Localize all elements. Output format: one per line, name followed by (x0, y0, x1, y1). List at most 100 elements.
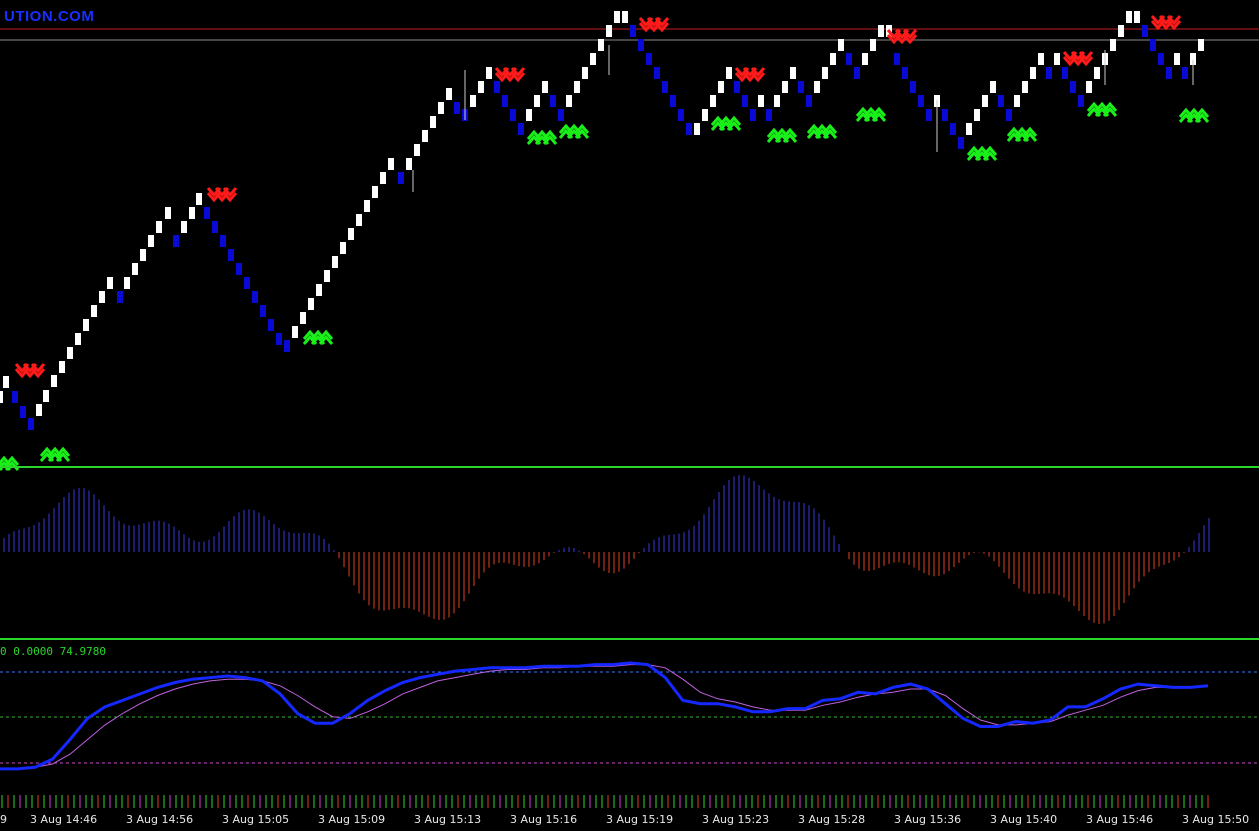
bear-brick (212, 221, 218, 233)
bear-brick (1166, 67, 1172, 79)
time-label: 3 Aug 15:09 (318, 813, 386, 826)
bull-brick (107, 277, 113, 289)
bear-brick (798, 81, 804, 93)
bear-brick (268, 319, 274, 331)
bull-brick (380, 172, 386, 184)
bear-brick (942, 109, 948, 121)
sell-arrow-icon (206, 187, 238, 203)
bull-brick (1022, 81, 1028, 93)
bull-brick (486, 67, 492, 79)
bear-brick (260, 305, 266, 317)
bull-brick (966, 123, 972, 135)
bull-brick (814, 81, 820, 93)
bull-brick (140, 249, 146, 261)
buy-arrow-icon (302, 329, 334, 345)
bull-brick (790, 67, 796, 79)
bull-brick (446, 88, 452, 100)
bull-brick (181, 221, 187, 233)
buy-arrow-icon (855, 106, 887, 122)
bear-brick (252, 291, 258, 303)
bear-brick (806, 95, 812, 107)
sell-arrow-icon (1150, 15, 1182, 31)
buy-arrow-icon (526, 129, 558, 145)
bull-brick (478, 81, 484, 93)
bull-brick (862, 53, 868, 65)
sell-arrow-icon (638, 17, 670, 33)
bear-brick (846, 53, 852, 65)
bear-brick (638, 39, 644, 51)
time-label: 3 Aug 15:36 (894, 813, 962, 826)
bull-brick (1110, 39, 1116, 51)
bear-brick (204, 207, 210, 219)
bear-brick (1182, 67, 1188, 79)
bull-brick (614, 11, 620, 23)
time-label: 3 Aug 15:28 (798, 813, 866, 826)
bull-brick (67, 347, 73, 359)
sell-arrow-icon (734, 67, 766, 83)
bull-brick (1134, 11, 1140, 23)
bear-brick (1006, 109, 1012, 121)
buy-arrow-icon (806, 123, 838, 139)
bull-brick (1126, 11, 1132, 23)
buy-arrow-icon (39, 446, 71, 462)
bear-brick (998, 95, 1004, 107)
bear-brick (950, 123, 956, 135)
bull-brick (3, 376, 9, 388)
time-label: 3 Aug 15:40 (990, 813, 1058, 826)
bear-brick (654, 67, 660, 79)
bear-brick (28, 418, 34, 430)
bull-brick (43, 390, 49, 402)
bull-brick (372, 186, 378, 198)
stochastic-panel (0, 661, 1259, 771)
buy-arrow-icon (558, 123, 590, 139)
bull-brick (1198, 39, 1204, 51)
time-label: 3 Aug 15:50 (1182, 813, 1250, 826)
bear-brick (510, 109, 516, 121)
bear-brick (1046, 67, 1052, 79)
bull-brick (148, 235, 154, 247)
bear-brick (558, 109, 564, 121)
time-label: 3 Aug 14:46 (30, 813, 98, 826)
bull-brick (308, 298, 314, 310)
bear-brick (502, 95, 508, 107)
bull-brick (324, 270, 330, 282)
bear-brick (926, 109, 932, 121)
bear-brick (494, 81, 500, 93)
oscillator-histogram (3, 475, 1210, 625)
bull-brick (582, 67, 588, 79)
bull-brick (574, 81, 580, 93)
bull-brick (75, 333, 81, 345)
bull-brick (1014, 95, 1020, 107)
bear-brick (12, 391, 18, 403)
bull-brick (1030, 67, 1036, 79)
bull-brick (356, 214, 362, 226)
buy-arrow-icon (766, 127, 798, 143)
bull-brick (0, 391, 3, 403)
bear-brick (630, 25, 636, 37)
bear-brick (910, 81, 916, 93)
sell-arrow-icon (886, 29, 918, 45)
buy-arrow-icon (1086, 101, 1118, 117)
buy-arrow-icon (1178, 107, 1210, 123)
bear-brick (734, 81, 740, 93)
bear-brick (550, 95, 556, 107)
bull-brick (388, 158, 394, 170)
bull-brick (822, 67, 828, 79)
bull-brick (694, 123, 700, 135)
renko-bricks (0, 11, 1204, 430)
bear-brick (1150, 39, 1156, 51)
bear-brick (1078, 95, 1084, 107)
bull-brick (1094, 67, 1100, 79)
bear-brick (686, 123, 692, 135)
stochastic-main-line (0, 661, 1209, 771)
bear-brick (662, 81, 668, 93)
bull-brick (1038, 53, 1044, 65)
bear-brick (244, 277, 250, 289)
buy-arrow-icon (1006, 126, 1038, 142)
bull-brick (534, 95, 540, 107)
bear-brick (1158, 53, 1164, 65)
price-lines (0, 28, 1259, 41)
bull-brick (83, 319, 89, 331)
renko-chart[interactable] (0, 0, 1259, 831)
buy-arrow-icon (966, 145, 998, 161)
